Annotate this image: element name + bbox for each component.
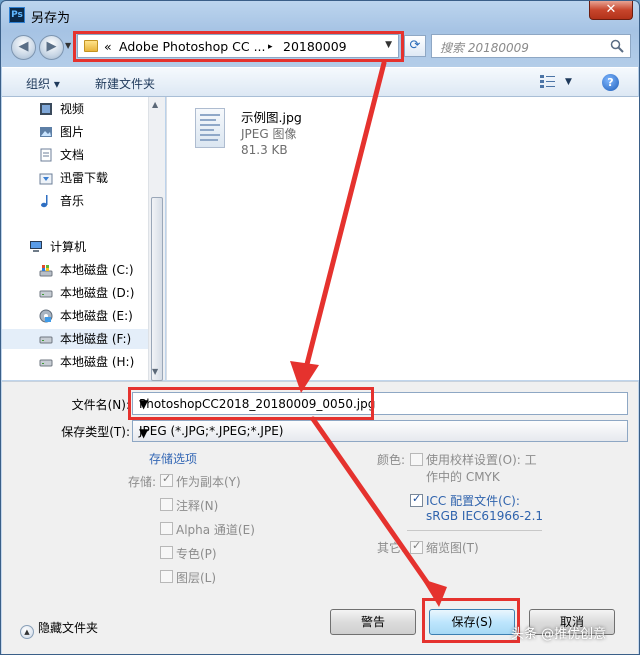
jpeg-thumbnail-icon (195, 108, 225, 148)
computer-icon (30, 241, 42, 252)
nav-scrollbar[interactable]: ▲ ▼ (148, 97, 165, 381)
icc-profile-checkbox[interactable] (410, 492, 423, 507)
spot-colors-label: 专色(P) (176, 547, 217, 561)
address-highlight-box (73, 31, 404, 62)
help-icon[interactable]: ? (602, 74, 619, 91)
hide-folders-toggle[interactable]: ▲ 隐藏文件夹 (20, 619, 98, 639)
close-button[interactable]: ✕ (589, 1, 633, 20)
spot-colors-checkbox[interactable] (160, 546, 173, 559)
back-button[interactable]: ◀ (11, 35, 36, 60)
save-as-dialog: Ps 另存为 ✕ ◀ ▶ ▼ « Adobe Photoshop CC ... … (0, 0, 640, 655)
nav-item-computer[interactable]: 计算机 (2, 237, 148, 257)
view-dropdown-icon[interactable]: ▼ (565, 77, 572, 87)
color-label: 颜色: (377, 453, 406, 467)
use-proof-setup-label: 使用校样设置(O): 工 (426, 453, 537, 467)
recent-locations-chevron-icon[interactable]: ▼ (65, 41, 71, 50)
nav-item-thunder-downloads[interactable]: 迅雷下载 (2, 168, 148, 188)
layers-checkbox[interactable] (160, 570, 173, 583)
hide-folders-label: 隐藏文件夹 (38, 621, 99, 635)
music-icon (41, 195, 48, 208)
as-copy-label: 作为副本(Y) (176, 475, 241, 489)
search-icon[interactable] (610, 39, 624, 53)
as-copy-checkbox[interactable] (160, 472, 173, 487)
filetype-label: 保存类型(T): (61, 425, 130, 439)
collapse-up-icon: ▲ (20, 625, 34, 639)
file-name[interactable]: 示例图.jpg (241, 107, 302, 126)
nav-item-drive-c[interactable]: 本地磁盘 (C:) (2, 260, 148, 280)
filename-highlight-box (128, 387, 374, 420)
layers-label: 图层(L) (176, 571, 217, 585)
system-drive-icon (39, 265, 53, 277)
nav-item-documents[interactable]: 文档 (2, 145, 148, 165)
drive-icon (39, 359, 53, 367)
search-placeholder: 搜索 20180009 (440, 41, 529, 55)
nav-item-pictures[interactable]: 图片 (2, 122, 148, 142)
storage-options-title: 存储选项 (149, 452, 198, 466)
nav-item-drive-e[interactable]: 本地磁盘 (E:) (2, 306, 148, 326)
title-bar: Ps 另存为 ✕ (1, 1, 639, 29)
scroll-down-icon[interactable]: ▼ (152, 367, 158, 376)
file-size: 81.3 KB (241, 143, 288, 157)
warning-button[interactable]: 警告 (330, 609, 416, 635)
filetype-select[interactable]: JPEG (*.JPG;*.JPEG;*.JPE) ▼ (132, 420, 628, 442)
save-options-panel: 文件名(N): PhotoshopCC2018_20180009_0050.jp… (2, 381, 638, 654)
command-toolbar: 组织 ▾ 新建文件夹 ▼ ? (2, 67, 638, 97)
filename-label: 文件名(N): (71, 398, 130, 412)
nav-item-music[interactable]: 音乐 (2, 191, 148, 211)
storage-label: 存储: (128, 475, 157, 489)
use-proof-setup-checkbox[interactable] (410, 453, 423, 466)
notes-checkbox[interactable] (160, 498, 173, 511)
nav-item-drive-f[interactable]: 本地磁盘 (F:) (2, 329, 148, 349)
save-highlight-box (422, 598, 520, 643)
nav-item-drive-h[interactable]: 本地磁盘 (H:) (2, 352, 148, 372)
watermark: 头条 @推优创意 (511, 627, 607, 642)
icc-profile-label: ICC 配置文件(C): (426, 494, 520, 508)
search-input[interactable]: 搜索 20180009 (431, 34, 631, 58)
scroll-up-icon[interactable]: ▲ (152, 100, 158, 109)
documents-icon (40, 148, 52, 162)
drive-icon (39, 290, 53, 298)
alpha-channels-label: Alpha 通道(E) (176, 523, 255, 537)
thumbnail-label: 缩览图(T) (426, 541, 479, 555)
nav-item-drive-d[interactable]: 本地磁盘 (D:) (2, 283, 148, 303)
icc-profile-value: sRGB IEC61966-2.1 (426, 509, 544, 523)
file-type: JPEG 图像 (241, 127, 297, 141)
window-title: 另存为 (31, 11, 71, 26)
file-list: 示例图.jpg JPEG 图像 81.3 KB (166, 97, 639, 380)
video-icon (40, 103, 52, 115)
notes-label: 注释(N) (176, 499, 219, 513)
organize-menu[interactable]: 组织 ▾ (26, 75, 60, 92)
new-folder-button[interactable]: 新建文件夹 (95, 75, 155, 92)
pictures-icon (40, 127, 52, 137)
download-folder-icon (39, 173, 53, 185)
other-label: 其它: (377, 541, 406, 555)
change-view-icon[interactable] (540, 75, 556, 89)
alpha-channels-checkbox[interactable] (160, 522, 173, 535)
photoshop-icon: Ps (9, 7, 25, 23)
navigation-pane: 视频 图片 文档 迅雷下载 音乐 计算机 本地磁盘 (C:) 本地磁盘 (D:)… (2, 97, 148, 380)
thumbnail-checkbox[interactable] (410, 539, 423, 554)
drive-icon (39, 336, 53, 344)
filetype-dropdown-icon[interactable]: ▼ (139, 426, 622, 440)
proof-setup-value: 作中的 CMYK (426, 470, 500, 484)
options-divider (407, 530, 542, 531)
refresh-button[interactable]: ⟳ (404, 35, 426, 57)
drive-icon (39, 309, 53, 323)
nav-item-videos[interactable]: 视频 (2, 99, 148, 119)
scrollbar-thumb[interactable] (151, 197, 163, 381)
forward-button[interactable]: ▶ (39, 35, 64, 60)
